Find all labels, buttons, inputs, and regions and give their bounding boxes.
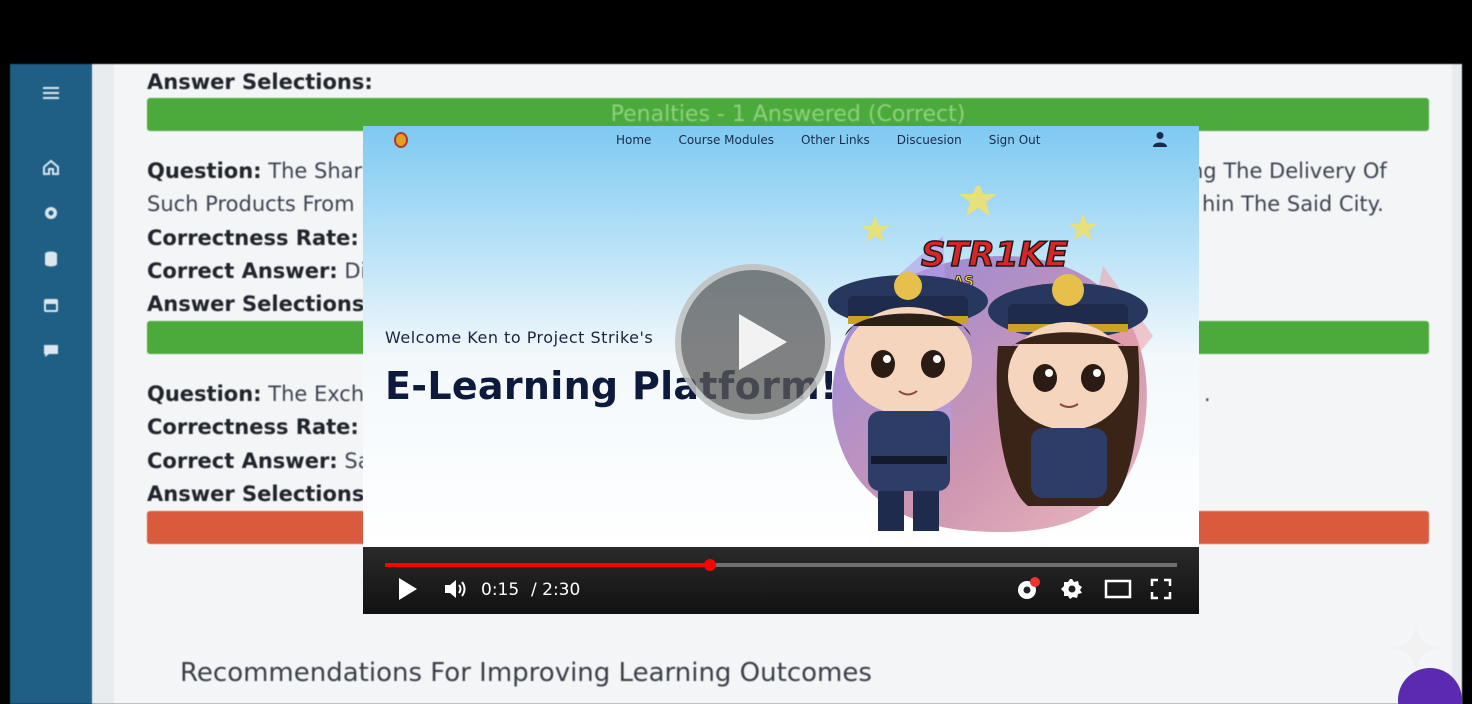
settings-icon[interactable] [40, 204, 62, 226]
answer-selections-label: Answer Selections: [147, 70, 373, 94]
sidebar [10, 64, 92, 704]
nav-other-links: Other Links [801, 133, 870, 147]
fullscreen-icon[interactable] [1149, 577, 1173, 601]
question-line-2-end: hin The Said City. [1202, 192, 1384, 216]
police-mascot-illustration: STR1KE AS [828, 186, 1153, 533]
progress-scrubber[interactable] [703, 559, 716, 571]
nav-links: Home Course Modules Other Links Discuesi… [616, 133, 1040, 147]
autoplay-icon[interactable] [1015, 577, 1041, 601]
question-line-end: ng The Delivery Of [1190, 159, 1387, 183]
top-black-bar [0, 0, 1472, 64]
home-icon[interactable] [40, 158, 62, 180]
question-line-end: . [1204, 382, 1211, 406]
recommendations-title: Recommendations For Improving Learning O… [180, 658, 872, 688]
nav-sign-out: Sign Out [988, 133, 1041, 147]
nav-home: Home [616, 133, 652, 147]
correct-answer: Correct Answer: Sai [147, 449, 377, 473]
correctness-rate: Correctness Rate: 0 [147, 415, 379, 439]
current-time: 0:15 [481, 580, 520, 600]
answer-selections-label: Answer Selections: [147, 482, 373, 506]
volume-icon[interactable] [443, 577, 469, 601]
video-player[interactable]: Home Course Modules Other Links Discuesi… [363, 126, 1199, 614]
user-icon [1153, 132, 1167, 147]
calendar-icon[interactable] [40, 296, 62, 318]
svg-text:STR1KE: STR1KE [921, 235, 1068, 275]
theater-icon[interactable] [1104, 577, 1132, 601]
duration: / 2:30 [531, 580, 581, 600]
site-nav: Home Course Modules Other Links Discuesi… [363, 126, 1199, 156]
menu-icon[interactable] [40, 84, 62, 106]
play-icon [739, 314, 787, 370]
correct-answer: Correct Answer: Dis [147, 259, 378, 283]
correctness-rate: Correctness Rate: 1( [147, 226, 387, 250]
question-line: Question: The Shari [147, 159, 368, 183]
big-play-button[interactable] [675, 264, 831, 420]
nav-course-modules: Course Modules [678, 133, 775, 147]
question-line-2: Such Products From [147, 192, 355, 216]
progress-fill [385, 563, 710, 567]
nav-discussion: Discuesion [896, 133, 962, 147]
player-controls: 0:15 / 2:30 [363, 547, 1199, 614]
answer-selections-label: Answer Selections: [147, 292, 373, 316]
welcome-text: Welcome Ken to Project Strike's [385, 328, 654, 347]
video-frame[interactable]: Home Course Modules Other Links Discuesi… [363, 126, 1199, 547]
gear-icon[interactable] [1060, 577, 1084, 601]
progress-bar[interactable] [385, 559, 1177, 571]
site-logo-icon [394, 132, 408, 148]
play-icon[interactable] [399, 578, 417, 600]
chat-icon[interactable] [40, 342, 62, 364]
question-line: Question: The Excha [147, 382, 378, 406]
database-icon[interactable] [40, 250, 62, 272]
